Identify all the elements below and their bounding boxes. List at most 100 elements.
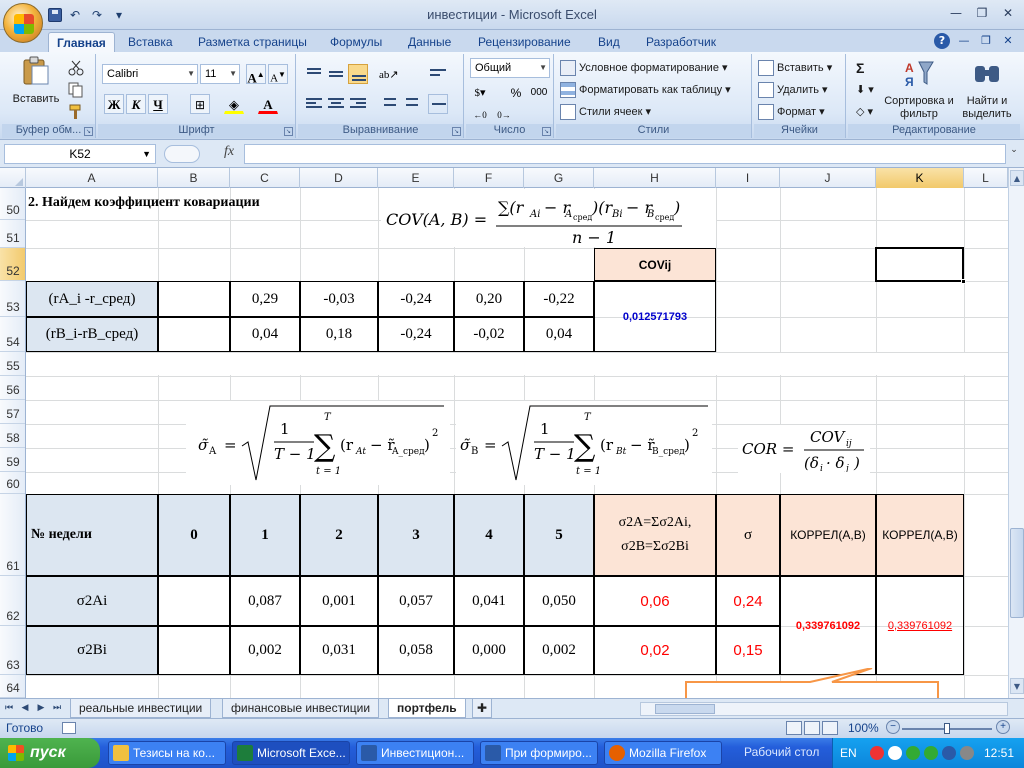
- column-header-j[interactable]: J: [780, 168, 876, 188]
- number-launcher-icon[interactable]: ↘: [542, 127, 551, 136]
- align-right-icon[interactable]: [348, 94, 368, 114]
- covariance-formula-image[interactable]: COV(A, B) = ∑(r Ai − rA сред)(r Bi − rB сред) …: [382, 192, 712, 246]
- taskbar-item[interactable]: Инвестицион...: [356, 741, 474, 765]
- format-as-table-button[interactable]: Форматировать как таблицу ▾: [560, 80, 731, 100]
- row63-cell[interactable]: 0,031: [300, 626, 378, 675]
- column-header-k[interactable]: K: [876, 168, 964, 188]
- row63-cell[interactable]: 0,002: [524, 626, 594, 675]
- currency-icon[interactable]: $▾: [470, 82, 490, 102]
- week-0-header[interactable]: 0: [158, 494, 230, 576]
- row62-cell[interactable]: 0,050: [524, 576, 594, 626]
- scroll-down-icon[interactable]: ▼: [1010, 678, 1024, 694]
- ribbon-minimize-icon[interactable]: —: [956, 33, 972, 49]
- wrap-text-icon[interactable]: [428, 64, 448, 84]
- expand-formula-bar-icon[interactable]: ⌄: [1008, 145, 1020, 163]
- zoom-slider-thumb[interactable]: [944, 723, 950, 734]
- tab-formulas[interactable]: Формулы: [322, 32, 390, 52]
- first-sheet-icon[interactable]: ⏮: [2, 701, 16, 715]
- row-header-50[interactable]: 50: [0, 188, 25, 220]
- insert-function-button[interactable]: fx: [224, 144, 234, 160]
- tab-data[interactable]: Данные: [400, 32, 459, 52]
- help-icon[interactable]: ?: [934, 33, 950, 49]
- align-middle-icon[interactable]: [326, 64, 346, 84]
- row63-cell[interactable]: 0,000: [454, 626, 524, 675]
- horizontal-scrollbar[interactable]: [640, 702, 1008, 716]
- row54-cell[interactable]: 0,04: [524, 317, 594, 352]
- column-header-c[interactable]: C: [230, 168, 300, 188]
- tab-view[interactable]: Вид: [590, 32, 628, 52]
- column-header-h[interactable]: H: [594, 168, 716, 188]
- row54-cell[interactable]: 0,04: [230, 317, 300, 352]
- vertical-scrollbar[interactable]: ▲ ▼: [1008, 168, 1024, 698]
- correl-header-1[interactable]: КОРРЕЛ(A,B): [780, 494, 876, 576]
- increase-indent-icon[interactable]: [400, 94, 420, 114]
- row53-cell[interactable]: 0,20: [454, 281, 524, 317]
- column-header-f[interactable]: F: [454, 168, 524, 188]
- format-painter-icon[interactable]: [68, 104, 84, 120]
- row-header-59[interactable]: 59: [0, 448, 25, 472]
- sheet-tab-financial-investments[interactable]: финансовые инвестиции: [222, 699, 380, 718]
- correlation-formula-image[interactable]: COR = COV ij (δ i · δ j): [740, 426, 868, 472]
- align-bottom-icon[interactable]: [348, 64, 368, 84]
- correl-header-2[interactable]: КОРРЕЛ(A,B): [876, 494, 964, 576]
- row53-cell[interactable]: -0,24: [378, 281, 454, 317]
- align-center-icon[interactable]: [326, 94, 346, 114]
- row54-cell-b[interactable]: [158, 317, 230, 352]
- maximize-icon[interactable]: ❐: [970, 4, 994, 22]
- cut-icon[interactable]: [68, 60, 84, 76]
- italic-button[interactable]: К: [126, 94, 146, 114]
- sort-filter-button[interactable]: АЯ Сортировка и фильтр: [884, 58, 954, 121]
- grow-font-icon[interactable]: A▲: [246, 64, 266, 85]
- week-header[interactable]: № недели: [26, 494, 158, 576]
- language-indicator[interactable]: EN: [840, 746, 857, 760]
- row-header-53[interactable]: 53: [0, 281, 25, 317]
- tray-app-icon[interactable]: [942, 746, 956, 760]
- last-sheet-icon[interactable]: ⏭: [50, 701, 64, 715]
- tab-developer[interactable]: Разработчик: [638, 32, 724, 52]
- fill-handle[interactable]: [961, 279, 966, 284]
- normal-view-icon[interactable]: [786, 721, 802, 735]
- sigma-b-formula-image[interactable]: σ̃ B = 1T − 1 ∑Tt = 1 (r Bt − r̃B_сред)2: [458, 402, 710, 486]
- column-header-b[interactable]: B: [158, 168, 230, 188]
- copy-icon[interactable]: [68, 82, 84, 98]
- zoom-out-icon[interactable]: −: [886, 720, 900, 734]
- row-header-60[interactable]: 60: [0, 472, 25, 494]
- row53-cell[interactable]: -0,22: [524, 281, 594, 317]
- thousands-button[interactable]: 000: [528, 82, 550, 102]
- row53-cell[interactable]: 0,29: [230, 281, 300, 317]
- sigma-a-formula-image[interactable]: σ̃ A = 1T − 1 ∑Tt = 1 (r At − r̃A_сред)2: [190, 402, 446, 486]
- page-layout-view-icon[interactable]: [804, 721, 820, 735]
- row62-cell[interactable]: 0,057: [378, 576, 454, 626]
- font-color-icon[interactable]: A: [258, 94, 278, 114]
- row-header-54[interactable]: 54: [0, 317, 25, 352]
- row53-label[interactable]: (rA_i -r_сред): [26, 281, 158, 317]
- align-top-icon[interactable]: [304, 64, 324, 84]
- vertical-scroll-thumb[interactable]: [1010, 528, 1024, 618]
- correl-value-2[interactable]: 0,339761092: [876, 576, 964, 675]
- font-name-select[interactable]: Calibri ▼: [102, 64, 198, 84]
- format-cells-button[interactable]: Формат ▾: [758, 102, 825, 122]
- next-sheet-icon[interactable]: ▶: [34, 701, 48, 715]
- row-header-63[interactable]: 63: [0, 626, 25, 675]
- page-break-view-icon[interactable]: [822, 721, 838, 735]
- section-heading[interactable]: 2. Найдем коэффициент ковариации: [28, 192, 260, 214]
- column-header-e[interactable]: E: [378, 168, 454, 188]
- row63-label[interactable]: σ2Bi: [26, 626, 158, 675]
- row-header-55[interactable]: 55: [0, 352, 25, 376]
- week-5-header[interactable]: 5: [524, 494, 594, 576]
- minimize-icon[interactable]: —: [944, 4, 968, 22]
- zoom-level[interactable]: 100%: [848, 721, 879, 735]
- taskbar-item[interactable]: Тезисы на ко...: [108, 741, 226, 765]
- font-size-select[interactable]: 11 ▼: [200, 64, 240, 84]
- tray-app-icon[interactable]: [888, 746, 902, 760]
- column-header-d[interactable]: D: [300, 168, 378, 188]
- insert-sheet-icon[interactable]: ✚: [472, 699, 493, 718]
- shrink-font-icon[interactable]: A▼: [268, 64, 288, 85]
- scroll-up-icon[interactable]: ▲: [1010, 170, 1024, 186]
- insert-cells-button[interactable]: Вставить ▾: [758, 58, 832, 78]
- row54-cell[interactable]: -0,02: [454, 317, 524, 352]
- increase-decimal-icon[interactable]: ←0: [470, 104, 490, 124]
- macro-record-icon[interactable]: [62, 722, 76, 734]
- row-header-61[interactable]: 61: [0, 494, 25, 576]
- column-header-g[interactable]: G: [524, 168, 594, 188]
